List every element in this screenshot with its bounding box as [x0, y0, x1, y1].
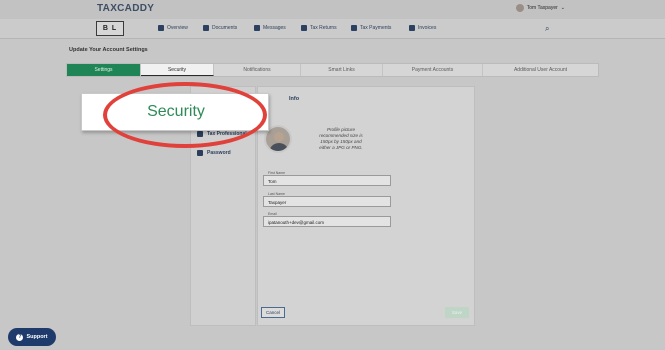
user-avatar	[515, 4, 524, 12]
tab-smart-links[interactable]: Smart Links	[301, 64, 383, 76]
briefcase-icon	[197, 131, 203, 137]
tax-returns-icon	[301, 25, 307, 31]
nav-label: Tax Payments	[360, 25, 392, 31]
avatar-head	[274, 132, 284, 142]
nav-tax-returns[interactable]: Tax Returns	[301, 25, 337, 31]
chevron-down-icon: ⌄	[560, 5, 565, 11]
panel-title: Info	[289, 96, 300, 102]
messages-icon	[254, 25, 260, 31]
nav-messages[interactable]: Messages	[254, 25, 286, 31]
home-icon	[158, 25, 164, 31]
invoices-icon	[409, 25, 415, 31]
tab-payment-accounts[interactable]: Payment Accounts	[383, 64, 483, 76]
nav-invoices[interactable]: Invoices	[409, 25, 436, 31]
taxcaddy-logo[interactable]: TAXCADDY	[97, 3, 154, 14]
page-title: Update Your Account Settings	[69, 47, 148, 53]
support-label: Support	[26, 334, 48, 340]
lock-icon	[197, 150, 203, 156]
user-menu[interactable]: Tom Taxpayer ⌄	[515, 4, 565, 12]
sidebar-item-label: Password	[207, 150, 231, 156]
help-icon: ?	[16, 333, 24, 341]
nav-overview[interactable]: Overview	[158, 25, 188, 31]
save-button[interactable]: Save	[445, 307, 469, 318]
sidebar-item-tax-professional[interactable]: Tax Professional	[197, 131, 247, 137]
security-callout: Security	[81, 93, 269, 131]
settings-tabs: Settings Security Notifications Smart Li…	[66, 63, 599, 77]
nav-documents[interactable]: Documents	[203, 25, 237, 31]
tax-payments-icon	[351, 25, 357, 31]
support-button[interactable]: ? Support	[8, 328, 56, 346]
nav-label: Tax Returns	[310, 25, 337, 31]
nav-label: Overview	[167, 25, 188, 31]
callout-label: Security	[147, 103, 205, 120]
tab-security[interactable]: Security	[141, 64, 214, 76]
tab-settings[interactable]: Settings	[67, 64, 141, 76]
firm-logo[interactable]: B L	[96, 21, 124, 36]
last-name-field[interactable]: Taxpayer	[263, 196, 391, 207]
tab-notifications[interactable]: Notifications	[214, 64, 301, 76]
main-nav: B L Overview Documents Messages Tax Retu…	[0, 19, 665, 39]
cancel-button[interactable]: Cancel	[261, 307, 285, 318]
nav-label: Invoices	[418, 25, 437, 31]
search-icon[interactable]: ⌕	[545, 24, 549, 34]
sidebar-item-label: Tax Professional	[207, 131, 247, 137]
profile-picture-hint: Profile picture recommended size is 150p…	[319, 127, 363, 150]
email-field[interactable]: ipatanouth+dev@gmail.com	[263, 216, 391, 227]
sidebar-item-password[interactable]: Password	[197, 150, 231, 156]
nav-tax-payments[interactable]: Tax Payments	[351, 25, 391, 31]
tab-additional-user-account[interactable]: Additional User Account	[483, 64, 598, 76]
top-bar: TAXCADDY Tom Taxpayer ⌄	[0, 0, 665, 19]
nav-label: Messages	[263, 25, 286, 31]
first-name-field[interactable]: Tom	[263, 175, 391, 186]
nav-label: Documents	[212, 25, 238, 31]
profile-panel: Info Profile picture recommended size is…	[257, 86, 475, 326]
documents-icon	[203, 25, 209, 31]
avatar-shoulders	[269, 143, 289, 151]
user-name: Tom Taxpayer	[526, 5, 558, 11]
